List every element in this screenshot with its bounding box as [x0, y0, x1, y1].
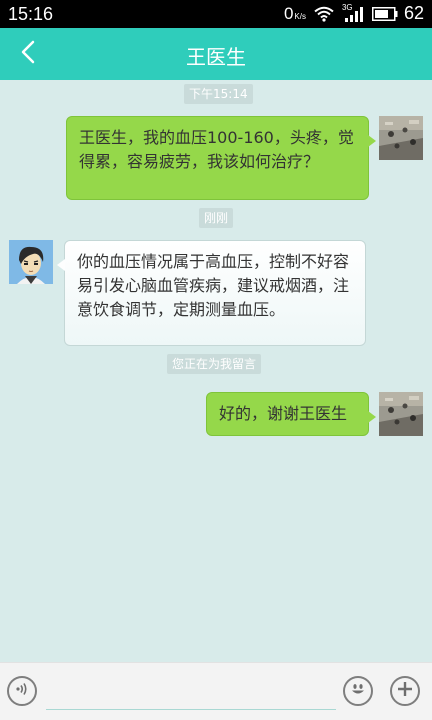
- doctor-avatar[interactable]: [9, 240, 53, 284]
- network-speed-value: 0: [283, 3, 294, 23]
- status-time: 15:16: [8, 4, 54, 24]
- cellular-signal-icon: 3G: [342, 3, 364, 23]
- message-timestamp: 下午15:14: [184, 84, 253, 104]
- received-message-bubble[interactable]: 你的血压情况属于高血压，控制不好容易引发心脑血管疾病，建议戒烟酒，注意饮食调节，…: [57, 240, 366, 346]
- title-bar: 王医生: [0, 28, 432, 80]
- voice-input-button[interactable]: [7, 676, 37, 706]
- user-avatar[interactable]: [379, 116, 423, 160]
- sent-message-bubble[interactable]: 王医生，我的血压100-160，头疼，觉得累，容易疲劳，我该如何治疗？: [66, 116, 376, 200]
- chat-area[interactable]: 下午15:14 王医生，我的血压100-160，头疼，觉得累，容易疲劳，我该如何…: [0, 80, 432, 662]
- sent-message-bubble[interactable]: 好的，谢谢王医生: [206, 392, 376, 436]
- status-bar: 15:16 0 K/s 3G 62: [0, 0, 432, 28]
- plus-icon: [396, 680, 414, 702]
- battery-icon: [371, 6, 398, 21]
- emoji-button[interactable]: [343, 676, 373, 706]
- status-icons: 0 K/s 3G 62: [284, 3, 424, 24]
- page-title: 王医生: [186, 45, 246, 69]
- message-input[interactable]: [46, 679, 336, 710]
- battery-level: 62: [403, 3, 424, 23]
- network-speed-unit: K/s: [294, 11, 306, 21]
- more-options-button[interactable]: [390, 676, 420, 706]
- network-speed: 0 K/s: [284, 4, 306, 24]
- battery-indicator: 62: [371, 3, 424, 24]
- wifi-icon: [314, 6, 334, 22]
- emoji-icon: [348, 679, 368, 703]
- message-status-label: 您正在为我留言: [167, 354, 262, 374]
- voice-icon: [14, 681, 30, 701]
- message-input-bar: [0, 662, 432, 720]
- message-timestamp: 刚刚: [199, 208, 234, 228]
- user-avatar[interactable]: [379, 392, 423, 436]
